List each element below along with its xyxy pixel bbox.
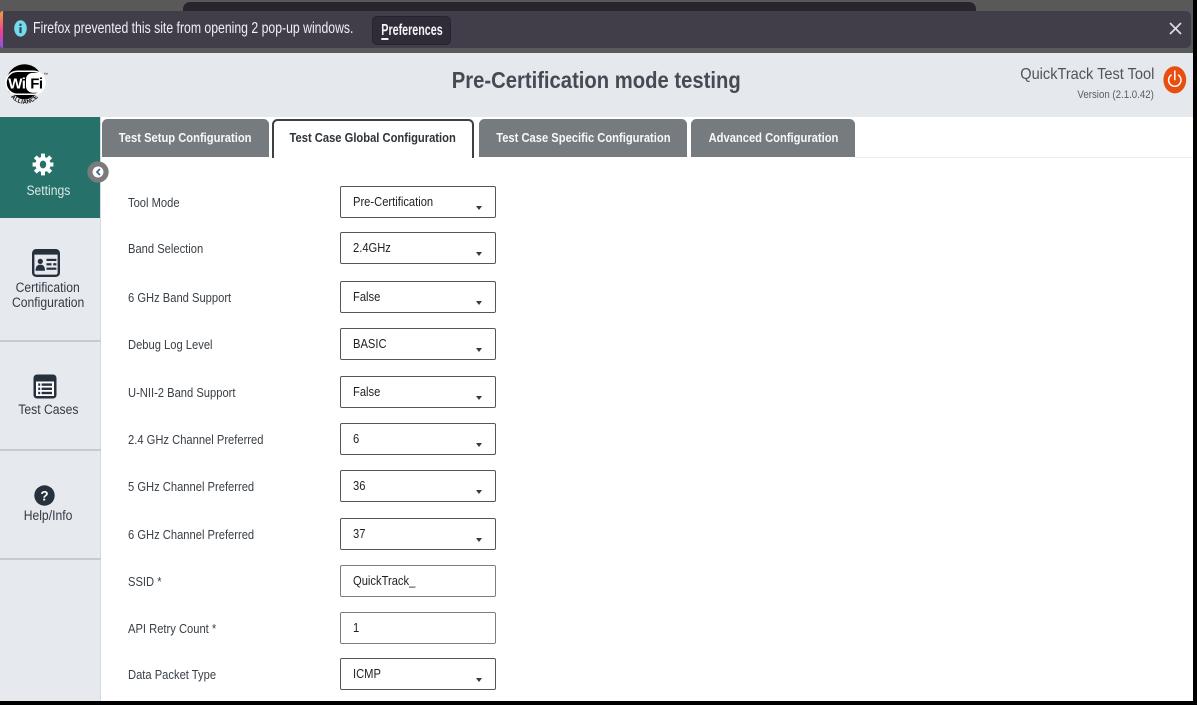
svg-text:?: ?: [40, 488, 48, 503]
svg-text:Fi: Fi: [30, 76, 43, 93]
svg-text:™: ™: [44, 72, 49, 77]
svg-text:Wi: Wi: [8, 76, 26, 93]
